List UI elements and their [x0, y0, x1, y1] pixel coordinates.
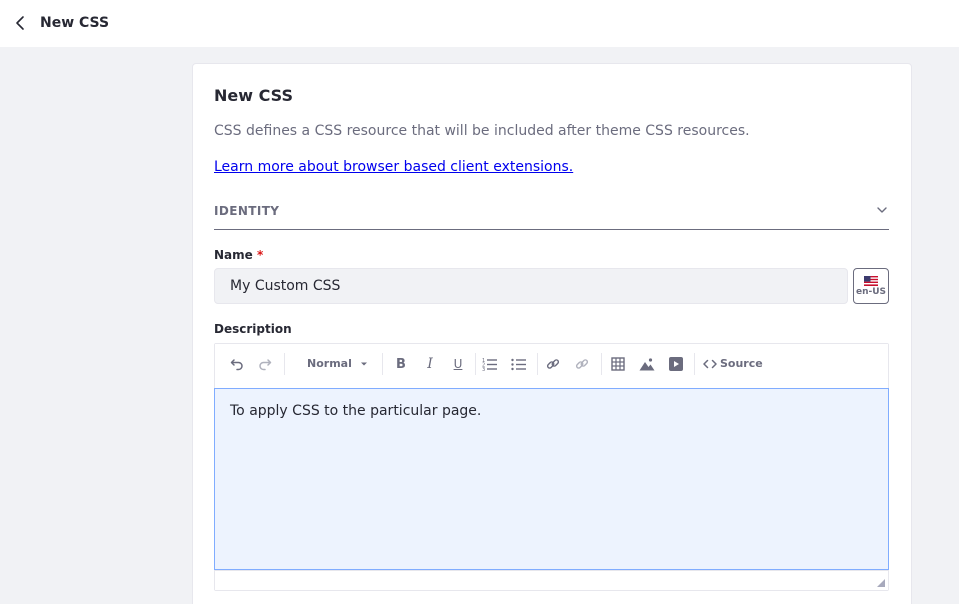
italic-button[interactable]: I	[420, 354, 440, 374]
table-icon	[611, 357, 625, 371]
image-icon	[639, 358, 655, 371]
video-button[interactable]	[666, 354, 686, 374]
image-button[interactable]	[637, 354, 657, 374]
svg-text:3: 3	[482, 367, 485, 371]
form-description: CSS defines a CSS resource that will be …	[214, 123, 750, 139]
editor-toolbar: Normal B I U 1 2 3 Source	[215, 344, 888, 388]
required-mark: *	[256, 248, 264, 262]
redo-button[interactable]	[255, 354, 275, 374]
name-label: Name *	[214, 248, 263, 262]
underline-icon: U	[453, 357, 463, 371]
learn-more-link[interactable]: Learn more about browser based client ex…	[214, 157, 573, 177]
ordered-list-icon: 1 2 3	[482, 358, 497, 371]
source-button[interactable]: Source	[703, 354, 763, 374]
code-icon	[703, 359, 717, 369]
undo-icon	[230, 359, 243, 371]
unordered-list-icon	[511, 358, 526, 371]
undo-button[interactable]	[227, 354, 247, 374]
back-button[interactable]	[10, 12, 30, 34]
video-icon	[669, 357, 683, 371]
name-label-text: Name	[214, 248, 253, 262]
form-title: New CSS	[214, 86, 293, 105]
chevron-down-icon	[877, 207, 887, 213]
ordered-list-button[interactable]: 1 2 3	[480, 354, 500, 374]
table-button[interactable]	[608, 354, 628, 374]
locale-selector-button[interactable]: en-US	[853, 268, 889, 304]
underline-button[interactable]: U	[448, 354, 468, 374]
toolbar-separator	[537, 353, 538, 375]
toolbar-separator	[694, 353, 695, 375]
unlink-icon	[575, 359, 589, 369]
name-input[interactable]: My Custom CSS	[214, 268, 848, 304]
bold-icon: B	[396, 356, 406, 372]
format-dropdown[interactable]: Normal	[299, 354, 369, 374]
toolbar-separator	[284, 353, 285, 375]
source-label: Source	[720, 357, 763, 370]
chevron-left-icon	[16, 16, 24, 30]
editor-footer	[215, 570, 888, 590]
format-dropdown-value: Normal	[307, 357, 352, 370]
us-flag-icon	[864, 275, 878, 286]
locale-label: en-US	[855, 286, 887, 297]
redo-icon	[259, 359, 272, 371]
editor-content-area[interactable]: To apply CSS to the particular page.	[214, 388, 889, 570]
identity-section-toggle[interactable]: IDENTITY	[214, 198, 889, 230]
toolbar-separator	[601, 353, 602, 375]
unordered-list-button[interactable]	[509, 354, 529, 374]
rich-text-editor: Normal B I U 1 2 3 Source To apply CSS t…	[214, 343, 889, 591]
link-button[interactable]	[543, 354, 563, 374]
italic-icon: I	[427, 356, 433, 372]
form-card: New CSS CSS defines a CSS resource that …	[192, 63, 912, 604]
resize-handle-icon[interactable]	[877, 579, 885, 587]
unlink-button[interactable]	[572, 354, 592, 374]
link-icon	[546, 359, 560, 369]
caret-down-icon	[360, 362, 367, 366]
bold-button[interactable]: B	[391, 354, 411, 374]
toolbar-separator	[382, 353, 383, 375]
top-bar: New CSS	[0, 0, 959, 47]
page-title: New CSS	[40, 15, 110, 31]
toolbar-separator	[475, 353, 476, 375]
description-label: Description	[214, 322, 292, 336]
section-label: IDENTITY	[214, 204, 280, 218]
